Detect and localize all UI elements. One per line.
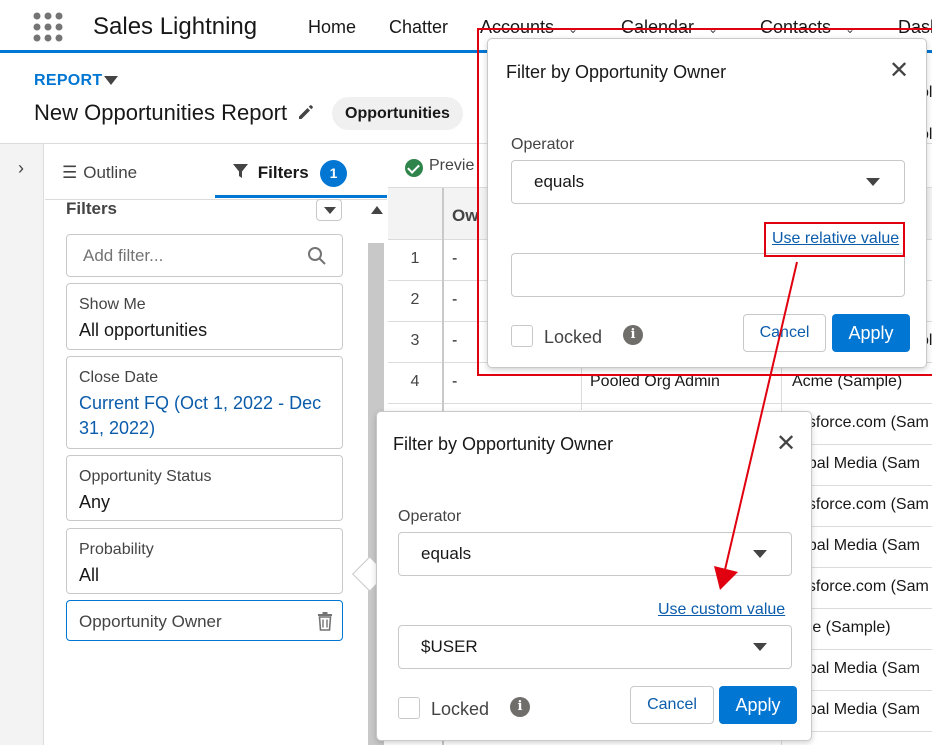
filter-card-label: Opportunity Owner — [79, 612, 222, 631]
table-cell-account: obal Media (Sam — [799, 537, 920, 554]
preview-label: Previe — [429, 157, 475, 174]
tab-outline-label: Outline — [83, 163, 138, 182]
operator-select-value: equals — [421, 544, 472, 563]
report-title: New Opportunities Report — [34, 100, 288, 125]
expand-chevron-right-icon[interactable]: › — [18, 158, 24, 179]
nav-item-chatter[interactable]: Chatter — [389, 17, 448, 38]
use-custom-value-link[interactable]: Use custom value — [658, 601, 785, 619]
table-cell-account: esforce.com (Sam — [799, 496, 929, 513]
table-cell-account: me (Sample) — [799, 619, 891, 636]
relative-value-select-value: $USER — [421, 637, 478, 656]
filter-card-show-me[interactable]: Show Me All opportunities — [66, 283, 343, 350]
grid-column-header-owner[interactable]: Ow — [452, 206, 478, 226]
edit-pencil-icon[interactable] — [297, 103, 315, 121]
close-icon[interactable]: ✕ — [776, 432, 796, 456]
row-number: 1 — [410, 250, 420, 267]
filter-card-opportunity-status[interactable]: Opportunity Status Any — [66, 455, 343, 521]
search-icon — [307, 246, 327, 266]
tab-filters[interactable]: Filters — [232, 163, 309, 183]
table-cell: - — [452, 250, 458, 267]
dropdown-caret-icon — [753, 550, 767, 558]
nav-item-home[interactable]: Home — [308, 17, 356, 38]
filter-card-value: Any — [79, 492, 111, 512]
filter-card-value: All — [79, 565, 100, 585]
table-cell: - — [452, 291, 458, 308]
filter-card-label: Probability — [79, 541, 154, 558]
app-name: Sales Lightning — [93, 13, 258, 40]
operator-label: Operator — [398, 508, 462, 525]
filter-popover-custom: Filter by Opportunity Owner ✕ Operator e… — [376, 411, 812, 741]
table-cell-account: obal Media (Sam — [799, 701, 920, 718]
table-cell-account: esforce.com (Sam — [799, 414, 929, 431]
locked-checkbox[interactable] — [398, 697, 420, 719]
funnel-icon — [232, 163, 258, 182]
filter-card-label: Opportunity Status — [79, 468, 212, 485]
app-launcher-grid-icon[interactable] — [32, 11, 64, 43]
active-tab-indicator — [215, 195, 387, 198]
filter-card-label: Show Me — [79, 296, 146, 313]
table-cell: - — [452, 373, 458, 390]
filter-card-close-date[interactable]: Close Date Current FQ (Oct 1, 2022 - Dec… — [66, 356, 343, 449]
filter-card-value: Current FQ (Oct 1, 2022 - Dec 31, 2022) — [79, 393, 322, 438]
success-check-icon — [405, 159, 423, 177]
popover-title: Filter by Opportunity Owner — [393, 434, 614, 454]
table-cell: - — [452, 332, 458, 349]
tab-outline[interactable]: ☰ Outline — [62, 163, 137, 183]
relative-value-select[interactable]: $USER — [398, 625, 792, 669]
annotation-highlight-frame — [477, 28, 932, 376]
scroll-up-arrow-icon[interactable] — [371, 206, 383, 214]
collapsed-fields-rail — [0, 144, 44, 745]
list-icon: ☰ — [62, 163, 78, 182]
dropdown-caret-icon — [753, 643, 767, 651]
table-cell-account: esforce.com (Sam — [799, 578, 929, 595]
row-number: 4 — [410, 373, 420, 390]
table-cell-account: obal Media (Sam — [799, 660, 920, 677]
info-icon[interactable]: i — [510, 697, 530, 717]
operator-select[interactable]: equals — [398, 532, 792, 576]
delete-trash-icon[interactable] — [316, 611, 334, 631]
row-number: 3 — [410, 332, 420, 349]
locked-label: Locked — [431, 699, 490, 719]
report-type-badge: Opportunities — [332, 97, 463, 130]
apply-button[interactable]: Apply — [719, 686, 797, 724]
table-cell-account: obal Media (Sam — [799, 455, 920, 472]
report-object-label: REPORT — [34, 72, 103, 89]
annotation-highlight-box — [764, 222, 905, 257]
filters-count-badge: 1 — [320, 160, 347, 187]
row-number: 2 — [410, 291, 420, 308]
report-menu-caret-icon[interactable] — [104, 76, 118, 85]
filter-card-probability[interactable]: Probability All — [66, 528, 343, 594]
tab-filters-label: Filters — [257, 163, 309, 182]
filter-card-label: Close Date — [79, 369, 159, 386]
filter-card-value: All opportunities — [79, 320, 208, 340]
cancel-button[interactable]: Cancel — [630, 686, 714, 724]
filters-section-heading: Filters — [66, 199, 118, 218]
add-filter-input[interactable] — [66, 234, 343, 277]
filters-menu-dropdown-button[interactable] — [316, 199, 342, 221]
filter-card-opportunity-owner[interactable]: Opportunity Owner — [66, 600, 343, 641]
